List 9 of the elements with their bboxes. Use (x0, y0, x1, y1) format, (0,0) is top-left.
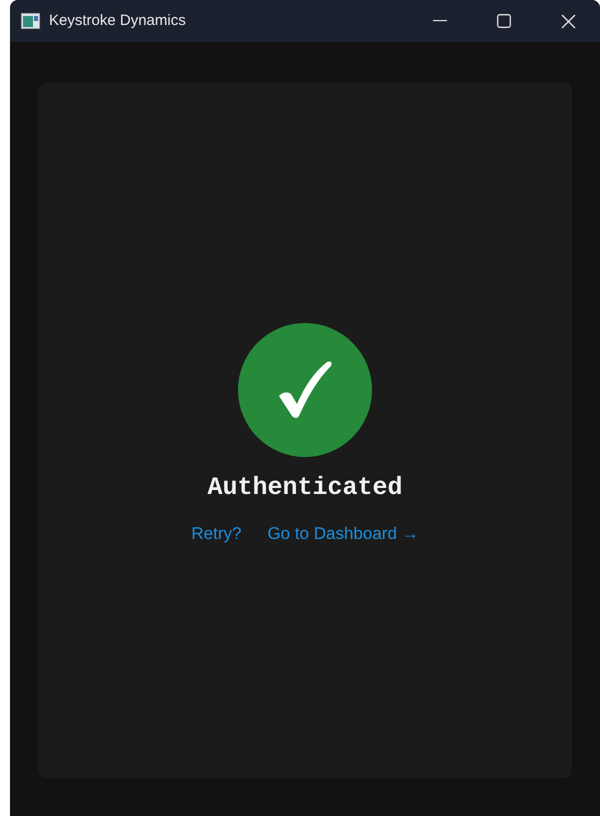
status-text: Authenticated (207, 472, 403, 504)
window-title: Keystroke Dynamics (49, 10, 186, 31)
minimize-icon (433, 20, 447, 22)
close-icon (560, 14, 576, 28)
app-icon (21, 13, 40, 29)
maximize-icon (497, 14, 511, 28)
check-icon (277, 360, 333, 420)
link[interactable]: Go to Dashboard → (267, 520, 419, 546)
link[interactable]: Retry? (191, 520, 242, 546)
